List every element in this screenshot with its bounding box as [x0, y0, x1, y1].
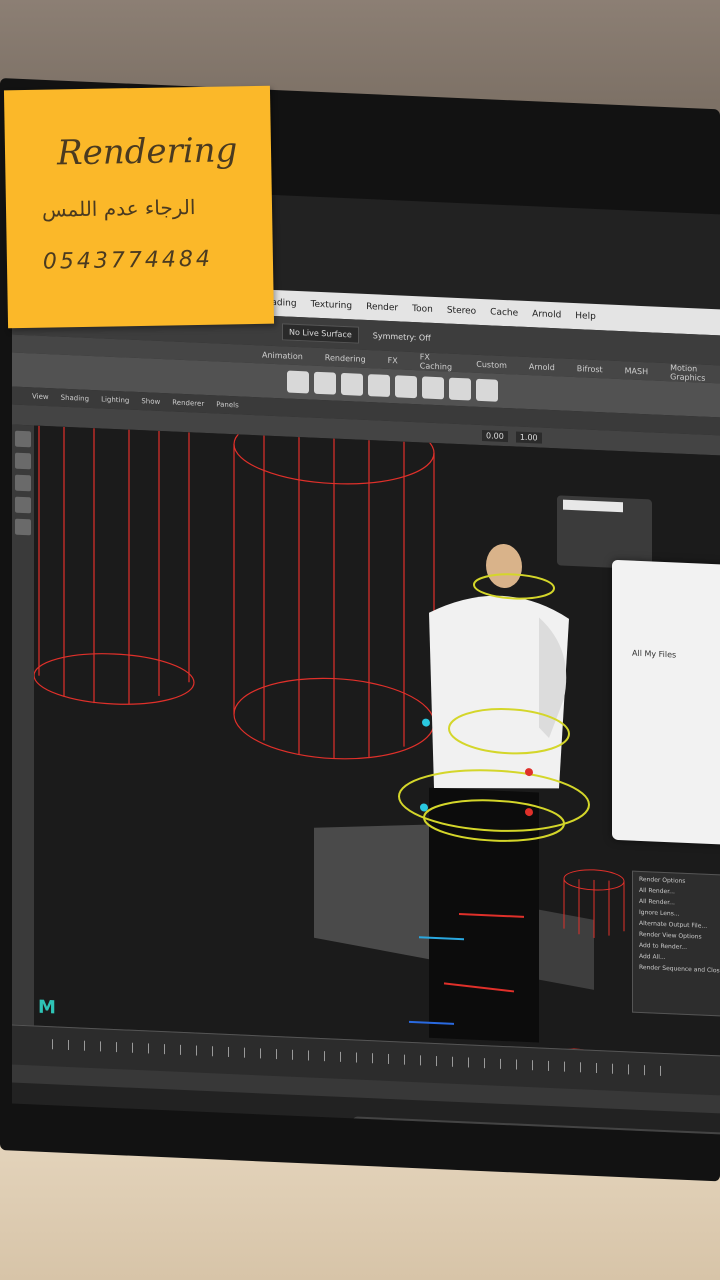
tab-fx-caching[interactable]: FX Caching: [420, 352, 455, 372]
all-my-files-item[interactable]: All My Files: [632, 649, 676, 660]
shelf-hypershade-icon[interactable]: [476, 378, 498, 402]
panel-menu-show[interactable]: Show: [141, 397, 160, 406]
shelf-ipr-icon[interactable]: [422, 376, 444, 400]
tab-custom[interactable]: Custom: [476, 359, 507, 369]
render-options-menu[interactable]: Render Options All Render... All Render.…: [632, 870, 720, 1018]
wireframe-cylinder-center: [233, 425, 435, 760]
render-option-item[interactable]: All Render...: [639, 898, 720, 909]
select-tool-icon[interactable]: [15, 430, 31, 448]
menu-texturing[interactable]: Texturing: [311, 300, 353, 312]
tab-rendering[interactable]: Rendering: [325, 353, 366, 364]
notes-icon[interactable]: [540, 1130, 568, 1135]
panel-menu-panels[interactable]: Panels: [216, 400, 239, 409]
reminders-icon[interactable]: [612, 1133, 640, 1135]
panel-menu-view[interactable]: View: [32, 392, 49, 401]
shelf-light-icon[interactable]: [341, 372, 363, 396]
shelf-pc-icon[interactable]: [449, 377, 471, 401]
render-option-item[interactable]: Render Sequence and Close: [639, 964, 720, 975]
safari-icon[interactable]: [468, 1127, 496, 1135]
menu-cache[interactable]: Cache: [490, 307, 518, 318]
panel-menu-shading[interactable]: Shading: [61, 394, 89, 403]
sticky-note-phone: 0543774484: [42, 246, 214, 275]
finder-icon[interactable]: [360, 1122, 388, 1135]
macos-dock: [352, 1116, 720, 1135]
move-tool-icon[interactable]: [15, 452, 31, 470]
sticky-note-arabic: الرجاء عدم اللمس: [41, 195, 196, 222]
rotate-tool-icon[interactable]: [15, 474, 31, 492]
calendar-icon[interactable]: [576, 1132, 604, 1135]
menu-toon[interactable]: Toon: [412, 304, 433, 315]
maya-logo: M: [38, 996, 56, 1019]
render-option-item[interactable]: Ignore Lens...: [639, 909, 720, 920]
mail-icon[interactable]: [504, 1129, 532, 1135]
menu-render[interactable]: Render: [366, 302, 398, 313]
tab-motion-graphics[interactable]: Motion Graphics: [670, 363, 720, 383]
field-value-2[interactable]: 1.00: [515, 431, 542, 444]
scale-tool-icon[interactable]: [15, 496, 31, 514]
tab-bifrost[interactable]: Bifrost: [577, 364, 603, 374]
small-window-titlebar[interactable]: [563, 499, 623, 513]
rocket-icon[interactable]: [396, 1124, 424, 1135]
tab-animation[interactable]: Animation: [262, 350, 303, 361]
tab-mash[interactable]: MASH: [625, 366, 648, 376]
sticky-note: Rendering الرجاء عدم اللمس 0543774484: [3, 85, 275, 329]
tool-box: [12, 424, 34, 1026]
tab-fx[interactable]: FX: [388, 355, 398, 364]
finder-panel[interactable]: All My Files: [612, 559, 720, 845]
shelf-camera-icon[interactable]: [368, 374, 390, 398]
menu-stereo[interactable]: Stereo: [447, 306, 476, 317]
render-option-item[interactable]: Alternate Output File...: [639, 920, 720, 931]
tab-arnold[interactable]: Arnold: [529, 362, 555, 372]
panel-menu-lighting[interactable]: Lighting: [101, 395, 129, 404]
symmetry-dropdown[interactable]: Symmetry: Off: [373, 331, 431, 343]
render-option-item[interactable]: Add to Render...: [639, 942, 720, 953]
menu-help[interactable]: Help: [575, 311, 596, 322]
live-surface-field[interactable]: No Live Surface: [282, 322, 359, 344]
shelf-sphere-icon[interactable]: [287, 370, 309, 394]
render-option-item[interactable]: Render View Options: [639, 931, 720, 942]
wireframe-cylinder-left: [34, 425, 195, 705]
photo-booth-icon[interactable]: [432, 1125, 460, 1135]
render-option-item[interactable]: Add All...: [639, 953, 720, 964]
panel-menu-renderer[interactable]: Renderer: [172, 399, 204, 408]
shelf-cube-icon[interactable]: [314, 371, 336, 395]
render-options-title: Render Options: [639, 875, 686, 885]
small-window[interactable]: [557, 495, 652, 570]
shelf-render-icon[interactable]: [395, 375, 417, 399]
sticky-note-title: Rendering: [56, 130, 238, 174]
render-option-item[interactable]: All Render...: [639, 887, 720, 898]
layout-icon[interactable]: [15, 518, 31, 536]
field-value-1[interactable]: 0.00: [482, 429, 508, 442]
menu-arnold[interactable]: Arnold: [532, 309, 561, 320]
